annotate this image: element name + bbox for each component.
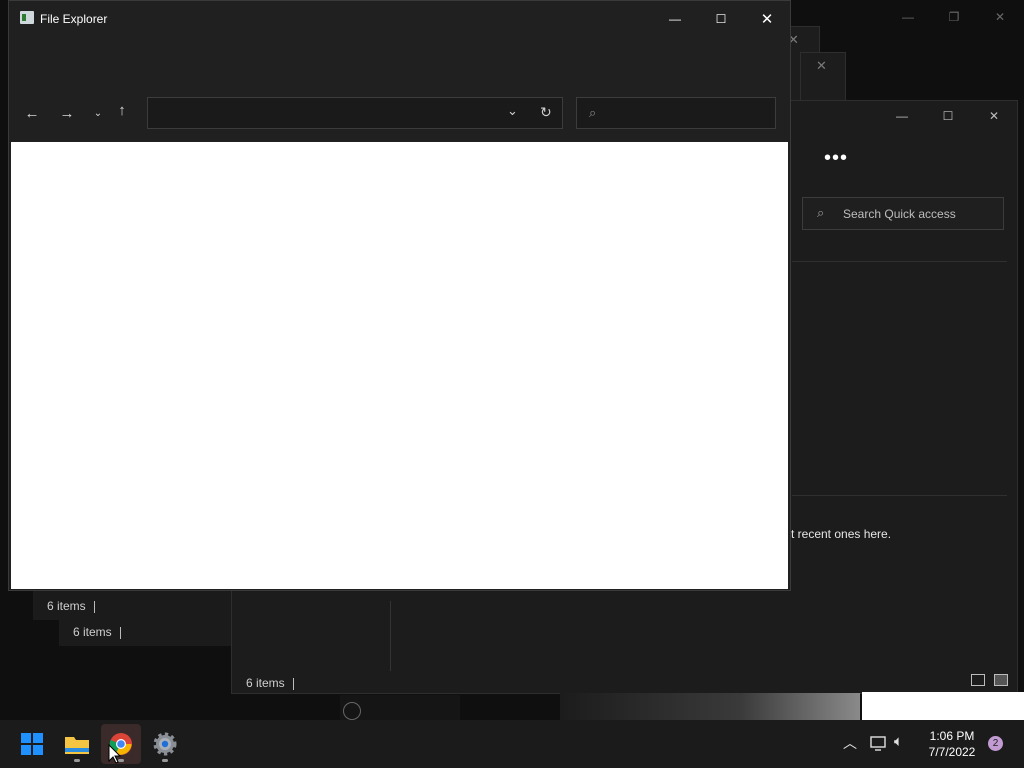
desktop-residue-white bbox=[862, 692, 1024, 720]
stacked-window-3: 6 items bbox=[59, 618, 231, 646]
file-explorer-icon bbox=[20, 11, 34, 24]
network-icon[interactable] bbox=[870, 736, 888, 752]
divider bbox=[792, 261, 1007, 262]
status-separator bbox=[119, 626, 121, 639]
status-separator bbox=[93, 600, 95, 613]
running-indicator bbox=[162, 759, 168, 762]
folder-icon bbox=[65, 737, 89, 754]
close-icon[interactable]: ✕ bbox=[816, 58, 827, 74]
background-window-controls: — ❐ ✕ bbox=[885, 2, 1023, 32]
refresh-icon[interactable]: ↻ bbox=[540, 104, 552, 121]
maximize-icon[interactable]: ☐ bbox=[698, 4, 744, 34]
running-indicator bbox=[74, 759, 80, 762]
close-icon[interactable]: ✕ bbox=[744, 4, 790, 34]
stacked-window-2: 6 items bbox=[33, 590, 231, 620]
item-count: 6 items bbox=[246, 676, 285, 690]
search-icon: ⌕ bbox=[817, 205, 825, 220]
mouse-cursor bbox=[108, 744, 122, 764]
volume-icon[interactable]: 🔈︎ bbox=[894, 733, 903, 750]
details-view-icon[interactable] bbox=[971, 674, 985, 686]
search-input[interactable]: ⌕ bbox=[576, 97, 776, 129]
desktop-residue-gradient bbox=[560, 693, 860, 720]
clock[interactable]: 1:06 PM 7/7/2022 bbox=[922, 728, 982, 760]
status-separator bbox=[292, 677, 294, 690]
search-quick-access-input[interactable]: ⌕ Search Quick access bbox=[802, 197, 1004, 230]
more-options-button[interactable]: ••• bbox=[824, 147, 848, 170]
window-controls: — ☐ ✕ bbox=[879, 101, 1017, 131]
nav-pane-divider bbox=[390, 601, 391, 671]
search-placeholder: Search Quick access bbox=[843, 207, 956, 221]
minimize-icon[interactable]: — bbox=[879, 101, 925, 131]
notification-badge[interactable]: 2 bbox=[988, 736, 1003, 751]
file-explorer-window: File Explorer — ☐ ✕ ← → ⌄ ↑ ⌄ ↻ ⌕ bbox=[8, 0, 791, 591]
status-bar: 6 items bbox=[246, 676, 294, 690]
status-bar: 6 items bbox=[47, 599, 95, 613]
search-icon: ⌕ bbox=[589, 105, 597, 120]
empty-recent-message: t recent ones here. bbox=[791, 527, 892, 541]
item-count: 6 items bbox=[47, 599, 86, 613]
check-circle-icon bbox=[343, 702, 361, 720]
file-explorer-taskbar-button[interactable] bbox=[57, 724, 97, 764]
taskbar: ︿ 🔈︎ 1:06 PM 7/7/2022 2 bbox=[0, 720, 1024, 768]
item-count: 6 items bbox=[73, 625, 112, 639]
minimize-icon[interactable]: — bbox=[652, 4, 698, 34]
window-title: File Explorer bbox=[40, 12, 108, 26]
start-button[interactable] bbox=[12, 724, 52, 764]
up-arrow-icon[interactable]: ↑ bbox=[109, 97, 135, 123]
title-bar[interactable]: File Explorer — ☐ ✕ bbox=[9, 1, 790, 37]
show-hidden-icons-chevron-icon[interactable]: ︿ bbox=[843, 733, 857, 753]
chevron-down-icon[interactable]: ⌄ bbox=[507, 103, 518, 119]
close-icon[interactable]: ✕ bbox=[971, 101, 1017, 131]
back-arrow-icon[interactable]: ← bbox=[19, 100, 45, 126]
close-icon[interactable]: ✕ bbox=[977, 2, 1023, 32]
gear-icon bbox=[153, 732, 177, 756]
window-controls: — ☐ ✕ bbox=[652, 4, 790, 34]
restore-icon[interactable]: ❐ bbox=[931, 2, 977, 32]
status-bar: 6 items bbox=[73, 625, 121, 639]
forward-arrow-icon[interactable]: → bbox=[54, 100, 80, 126]
divider bbox=[792, 495, 1007, 496]
windows-logo-icon bbox=[21, 733, 43, 755]
time: 1:06 PM bbox=[929, 729, 975, 743]
date: 7/7/2022 bbox=[928, 745, 976, 759]
minimize-icon[interactable]: — bbox=[885, 2, 931, 32]
tiles-view-icon[interactable] bbox=[994, 674, 1008, 686]
address-bar[interactable]: ⌄ ↻ bbox=[147, 97, 563, 129]
content-pane[interactable] bbox=[11, 142, 788, 589]
settings-taskbar-button[interactable] bbox=[145, 724, 185, 764]
maximize-icon[interactable]: ☐ bbox=[925, 101, 971, 131]
recent-locations-chevron-icon[interactable]: ⌄ bbox=[85, 100, 111, 126]
